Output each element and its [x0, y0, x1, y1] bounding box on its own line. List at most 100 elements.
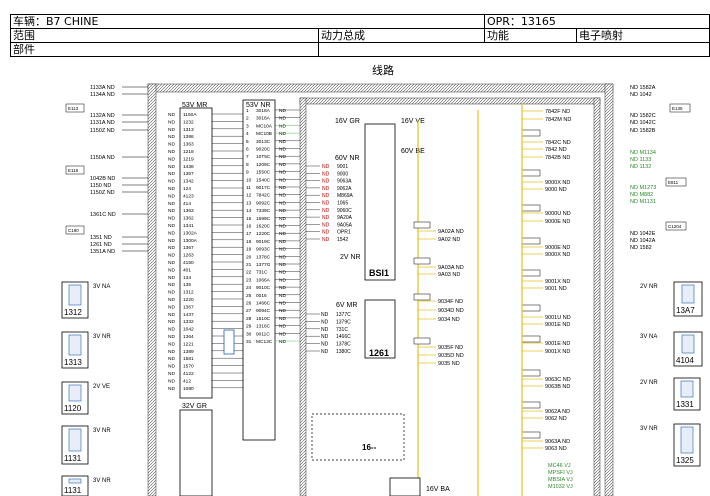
pin-53nr-number: 26 [246, 301, 252, 307]
pin-53mr-label: 1219 [183, 156, 194, 162]
wire-60nr-nd: ND [322, 201, 330, 207]
pin-53nr-number: 16 [246, 224, 252, 230]
wire-tag-label: E118 [68, 168, 79, 173]
right-mid-wire-label: 9034F ND [438, 299, 463, 305]
wire-tag-label: C190 [68, 228, 79, 233]
right-col-wire-label: 7842 ND [545, 147, 567, 153]
right-mid-tag [413, 221, 431, 229]
pin-53nr-nd: ND [279, 316, 286, 322]
pin-53mr-label: 1386 [183, 134, 194, 140]
left-wire-label: 1150 ND [90, 183, 111, 189]
left-wire-label: 1042B ND [90, 176, 115, 182]
right-col-wire-label: 9001U ND [545, 315, 571, 321]
wire-6vmr-label: 731C [336, 327, 348, 333]
connector-16ba-label: 16V BA [426, 486, 450, 493]
wire-6vmr-nd: ND [321, 334, 329, 340]
pin-53nr-nd: ND [279, 301, 286, 307]
pin-53nr-label: MC10A [256, 123, 273, 129]
connector-53nr-label: 53V NR [246, 102, 271, 109]
pin-53nr-number: 3 [246, 123, 249, 129]
wire-6vmr-label: 1378C [336, 342, 351, 348]
wire-60nr-nd: ND [322, 193, 330, 199]
pin-53nr-number: 19 [246, 247, 252, 253]
right-col-tag [521, 304, 541, 312]
pin-53mr-label: 1312 [183, 290, 194, 296]
component-icon [68, 334, 82, 356]
far-right-tag-label: E811 [668, 180, 679, 185]
component-connector-label: 3V NA [640, 334, 657, 340]
pin-53mr-nd: ND [168, 149, 175, 155]
component-13A7: 13A7 2V NR [640, 281, 703, 317]
far-right-wire-label: ND 1582A [630, 85, 656, 91]
far-right-wire-label: ND 1582 [630, 245, 652, 251]
pin-53mr-label: 134 [183, 275, 191, 281]
wire-6vmr-label: 1377C [336, 312, 351, 318]
left-wire-label: 1134A ND [90, 92, 115, 98]
right-col-wire-label: 9063A ND [545, 439, 570, 445]
pin-53mr-nd: ND [168, 371, 175, 377]
right-mid-wire-label: 9A03 ND [438, 272, 460, 278]
pin-53mr-nd: ND [168, 327, 175, 333]
pin-53nr-nd: ND [279, 185, 286, 191]
pin-53mr-label: 1363 [183, 208, 194, 214]
pin-53nr-nd: ND [279, 177, 286, 183]
right-mid-wire-label: 9A02 ND [438, 237, 460, 243]
far-right-wire-label: ND 1042C [630, 120, 656, 126]
pin-53nr-nd: ND [279, 254, 286, 260]
pin-53nr-nd: ND [279, 239, 286, 245]
wire-60nr-label: 9A20A [337, 215, 353, 221]
bottom-wire-label: MC46 VJ [548, 463, 571, 469]
function-value: 电子喷射 [579, 29, 623, 42]
wire-60nr-nd: ND [322, 171, 330, 177]
wire-60nr-label: 1542 [337, 237, 348, 243]
component-1131: 1131 3V NR [61, 425, 111, 465]
pin-53mr-nd: ND [168, 112, 175, 118]
wire-6vmr-nd: ND [321, 349, 329, 355]
left-wire-labels: 1133A ND1134A ND 1132A ND1131A ND 1150Z ND… [65, 85, 148, 255]
pin-53nr-number: 13 [246, 200, 252, 206]
pin-53nr-nd: ND [279, 262, 286, 268]
wire-6vmr-label: 1379C [336, 319, 351, 325]
right-col-tag [521, 169, 541, 177]
pin-53mr-nd: ND [168, 201, 175, 207]
pin-53nr-number: 2 [246, 116, 249, 122]
pin-53nr-nd: ND [279, 224, 286, 230]
pin-53mr-nd: ND [168, 364, 175, 370]
pin-53mr-label: 124 [183, 186, 191, 192]
pin-53mr-label: 401 [183, 267, 191, 273]
pin-53mr-label: 1389 [183, 349, 194, 355]
connector-16gr-label: 16V GR [335, 118, 360, 125]
bottom-wire-labels: MC46 VJMPSFI VJMBSIA VJM1032 VJ [548, 463, 573, 490]
powertrain-cell: 动力总成 [318, 28, 485, 43]
component-code: 13A7 [676, 306, 695, 315]
pin-53mr-label: 1367 [183, 304, 194, 310]
right-col-wire-label: 9000E ND [545, 245, 570, 251]
bottom-wire-label: M1032 VJ [548, 484, 573, 490]
pin-53mr-label: 1341 [183, 223, 194, 229]
component-connector-label: 3V NA [93, 284, 110, 290]
pin-53nr-nd: ND [279, 308, 286, 314]
pin-53mr-nd: ND [168, 282, 175, 288]
pin-53nr-number: 5 [246, 139, 249, 145]
right-components: 13A7 2V NR 4104 3V NA 1331 2V NR 1325 3V NR [640, 281, 703, 467]
right-mid-wire-label: 9035D ND [438, 353, 464, 359]
wire-60nr-label: 9062A [337, 186, 352, 192]
pin-53mr-label: 414 [183, 201, 191, 207]
pin-53nr-number: 31 [246, 339, 252, 345]
right-col-wire-label: 9001X ND [545, 349, 570, 355]
left-wire-label: 1150Z ND [90, 190, 115, 196]
powertrain-text: 动力总成 [321, 29, 365, 42]
component-1120: 1120 2V VE [61, 381, 110, 415]
vehicle-cell: 车辆：B7 CHINE [10, 14, 485, 29]
far-right-wire-label: ND 1042A [630, 238, 656, 244]
right-col-wire-label: 9000X ND [545, 252, 570, 258]
pin-53nr-label: 3013C [256, 139, 271, 145]
component-1131: 1131 3V NR [61, 475, 111, 496]
pin-53mr-nd: ND [168, 260, 175, 266]
pin-53nr-label: 1466C [256, 301, 271, 307]
pin-53nr-number: 30 [246, 331, 252, 337]
wire-60nr-label: 1065 [337, 201, 348, 207]
component-icon [68, 428, 82, 452]
pin-53nr-number: 27 [246, 308, 252, 314]
component-code: 1325 [676, 456, 694, 465]
